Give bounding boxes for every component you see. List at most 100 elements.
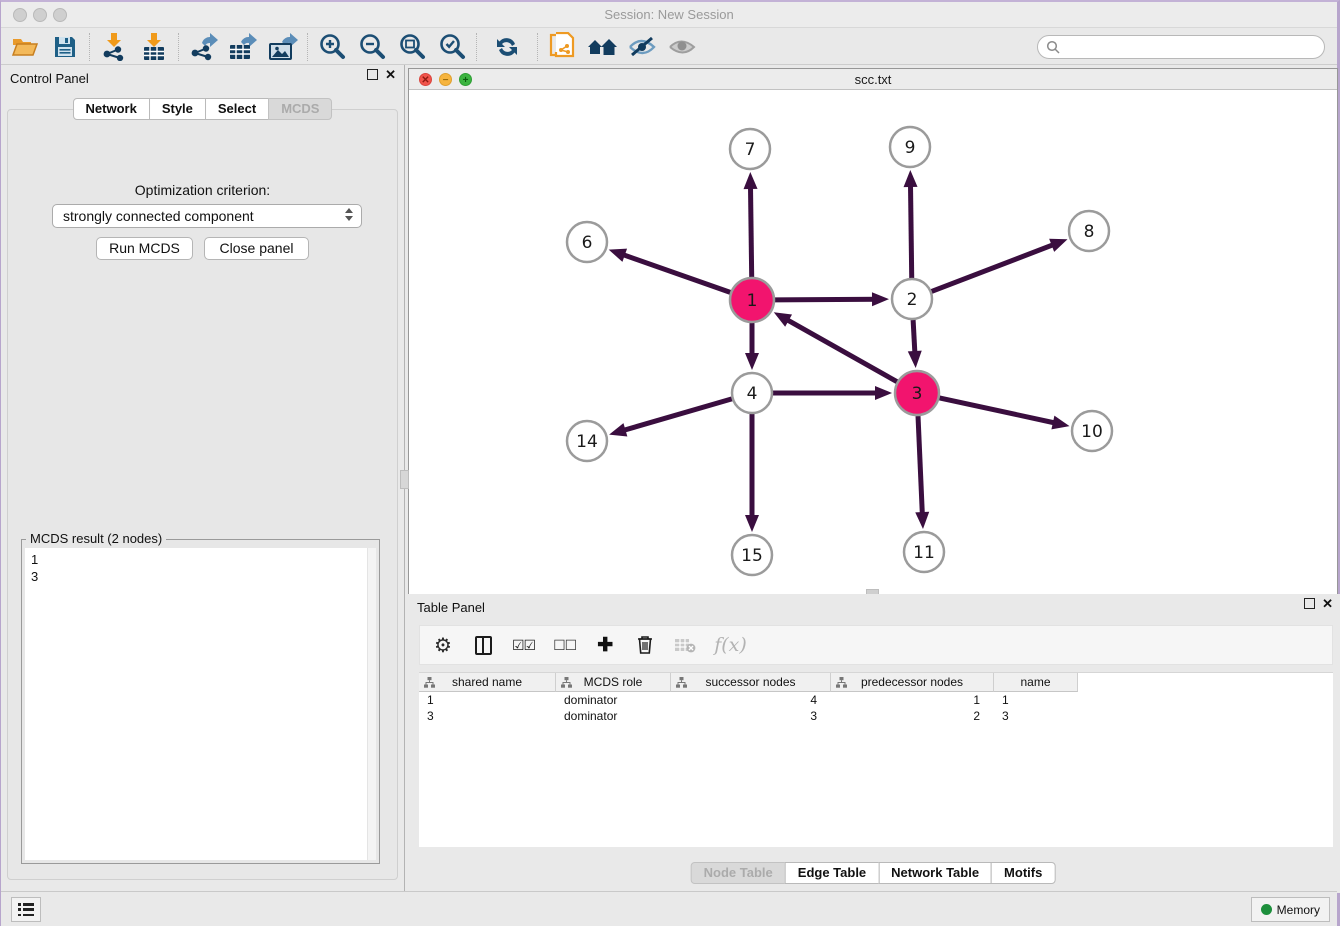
task-history-button[interactable] [11, 897, 41, 922]
memory-button[interactable]: Memory [1251, 897, 1330, 922]
graph-edge-arrowhead [609, 423, 627, 436]
shared-column-icon [561, 677, 572, 688]
control-panel-tabs: Network Style Select MCDS [73, 98, 333, 120]
toolbar-separator [178, 33, 179, 61]
result-scrollbar[interactable] [367, 548, 376, 860]
close-panel-icon[interactable]: ✕ [385, 69, 396, 80]
zoom-fit-icon[interactable] [392, 31, 432, 63]
tab-style[interactable]: Style [149, 98, 206, 120]
hide-selected-icon[interactable] [622, 31, 662, 63]
table-tabs: Node Table Edge Table Network Table Moti… [691, 862, 1056, 884]
graph-edge[interactable] [910, 180, 911, 278]
toolbar-separator [476, 33, 477, 61]
add-column-icon[interactable]: ✚ [594, 633, 616, 657]
graph-edge-arrowhead [745, 515, 759, 532]
graph-node-label: 10 [1081, 422, 1103, 442]
show-hidden-icon[interactable] [662, 31, 702, 63]
column-header-name[interactable]: name [994, 673, 1078, 692]
zoom-selected-icon[interactable] [432, 31, 472, 63]
tab-select[interactable]: Select [205, 98, 269, 120]
table-toolbar: ⚙ ☑☑ ☐☐ ✚ f(x) [419, 625, 1333, 665]
table-row[interactable]: 3dominator323 [419, 708, 1333, 724]
table-cell: dominator [556, 708, 671, 724]
graph-edge[interactable] [775, 299, 879, 300]
graph-edge[interactable] [918, 416, 923, 519]
result-line: 1 [31, 551, 376, 568]
graph-node-label: 6 [582, 233, 593, 253]
mcds-result-group: MCDS result (2 nodes) 1 3 [21, 539, 380, 864]
column-header-shared-name[interactable]: shared name [419, 673, 556, 692]
import-network-icon[interactable] [94, 31, 134, 63]
network-canvas-svg: 7968124314101511 [409, 91, 1337, 594]
delete-column-icon[interactable] [634, 633, 656, 657]
export-network-icon[interactable] [183, 31, 223, 63]
zoom-in-icon[interactable] [312, 31, 352, 63]
column-visibility-icon[interactable] [472, 633, 494, 657]
export-image-icon[interactable] [263, 31, 303, 63]
graph-edge[interactable] [618, 253, 730, 292]
network-view-window: ✕ − + scc.txt 7968124314101511 [408, 68, 1338, 594]
criterion-dropdown[interactable]: strongly connected component [52, 204, 362, 228]
graph-edge[interactable] [750, 182, 751, 277]
column-header-MCDS-role[interactable]: MCDS role [556, 673, 671, 692]
memory-label: Memory [1277, 903, 1320, 917]
tab-network-table[interactable]: Network Table [878, 862, 992, 884]
column-header-predecessor-nodes[interactable]: predecessor nodes [831, 673, 994, 692]
mcds-result-text[interactable]: 1 3 [25, 548, 376, 860]
save-session-icon[interactable] [45, 31, 85, 63]
graph-edge[interactable] [782, 317, 896, 382]
close-table-panel-icon[interactable]: ✕ [1322, 598, 1333, 609]
export-table-icon[interactable] [223, 31, 263, 63]
toolbar-separator [307, 33, 308, 61]
table-cell: 1 [419, 692, 556, 708]
table-cell: 4 [671, 692, 831, 708]
table-panel-header: Table Panel ✕ [405, 594, 1340, 620]
tab-motifs[interactable]: Motifs [991, 862, 1055, 884]
deselect-all-icon[interactable]: ☐☐ [553, 633, 576, 657]
run-mcds-button[interactable]: Run MCDS [96, 237, 193, 260]
graph-edge-arrowhead [744, 172, 758, 189]
graph-edge[interactable] [932, 243, 1059, 292]
tab-node-table[interactable]: Node Table [691, 862, 786, 884]
open-session-icon[interactable] [5, 31, 45, 63]
graph-edge-arrowhead [908, 351, 922, 368]
graph-edge-arrowhead [915, 512, 929, 529]
refresh-icon[interactable] [487, 31, 527, 63]
table-row[interactable]: 1dominator411 [419, 692, 1333, 708]
graph-edge[interactable] [619, 399, 732, 432]
float-table-panel-icon[interactable] [1304, 598, 1315, 609]
graph-edge[interactable] [939, 398, 1059, 424]
optimization-criterion-label: Optimization criterion: [8, 182, 397, 198]
table-cell: 1 [831, 692, 994, 708]
select-all-icon[interactable]: ☑☑ [512, 633, 535, 657]
tab-mcds[interactable]: MCDS [268, 98, 332, 120]
table-settings-gear-icon[interactable]: ⚙ [432, 633, 454, 657]
application-window: Session: New Session [0, 0, 1340, 926]
graph-edge-arrowhead [872, 292, 889, 306]
tab-edge-table[interactable]: Edge Table [785, 862, 879, 884]
column-header-successor-nodes[interactable]: successor nodes [671, 673, 831, 692]
shared-column-icon [676, 677, 687, 688]
network-canvas[interactable]: 7968124314101511 [409, 91, 1337, 594]
graph-edge-arrowhead [1049, 239, 1067, 252]
search-input[interactable] [1060, 37, 1324, 57]
zoom-out-icon[interactable] [352, 31, 392, 63]
show-all-networks-icon[interactable] [582, 31, 622, 63]
vertical-splitter-handle[interactable] [400, 470, 409, 489]
graph-node-label: 7 [745, 140, 756, 160]
graph-edge-arrowhead [904, 170, 918, 187]
graph-node-label: 14 [576, 432, 598, 452]
graph-node-label: 11 [913, 543, 935, 563]
float-panel-icon[interactable] [367, 69, 378, 80]
main-titlebar: Session: New Session [1, 2, 1337, 28]
graph-edge-arrowhead [745, 353, 759, 370]
graph-edge-arrowhead [1051, 416, 1069, 430]
close-panel-button[interactable]: Close panel [204, 237, 309, 260]
memory-status-icon [1261, 904, 1272, 915]
shared-column-icon [836, 677, 847, 688]
dropdown-stepper-icon [345, 208, 353, 221]
clone-network-icon[interactable] [542, 31, 582, 63]
network-window-title: scc.txt [409, 72, 1337, 87]
import-table-icon[interactable] [134, 31, 174, 63]
tab-network[interactable]: Network [73, 98, 150, 120]
